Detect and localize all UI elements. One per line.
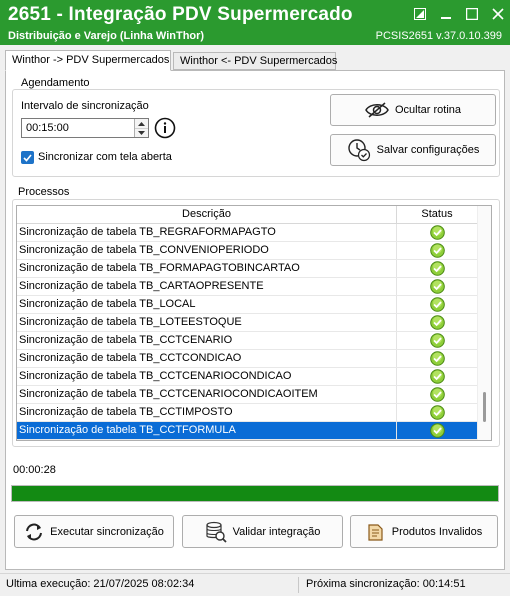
interval-stepper[interactable]: 00:15:00 — [21, 118, 149, 138]
statusbar-divider — [298, 577, 299, 593]
save-settings-button[interactable]: Salvar configurações — [330, 134, 496, 166]
hide-routine-button[interactable]: Ocultar rotina — [330, 94, 496, 126]
table-row[interactable]: Sincronização de tabela TB_CARTAOPRESENT… — [17, 278, 477, 296]
progress-fill — [12, 486, 498, 501]
row-description: Sincronização de tabela TB_CARTAOPRESENT… — [17, 278, 397, 295]
execute-sync-button[interactable]: Executar sincronização — [14, 515, 174, 548]
table-row[interactable]: Sincronização de tabela TB_CCTCENARIOCON… — [17, 386, 477, 404]
info-icon[interactable] — [154, 117, 176, 139]
sync-open-label[interactable]: Sincronizar com tela aberta — [38, 151, 172, 163]
stepper-down-icon[interactable] — [135, 128, 148, 137]
title-bar: 2651 - Integração PDV Supermercado Distr… — [0, 0, 510, 45]
interval-value[interactable]: 00:15:00 — [26, 122, 69, 134]
invalid-products-label: Produtos Invalidos — [391, 525, 483, 538]
scrollbar-thumb[interactable] — [483, 392, 486, 422]
status-bar: Ultima execução: 21/07/2025 08:02:34 Pró… — [0, 573, 510, 596]
row-description: Sincronização de tabela TB_CONVENIOPERIO… — [17, 242, 397, 259]
sync-progress-bar — [11, 485, 499, 502]
table-row[interactable]: Sincronização de tabela TB_CCTCENARIO — [17, 332, 477, 350]
table-row[interactable]: Sincronização de tabela TB_FORMAPAGTOBIN… — [17, 260, 477, 278]
grid-header: Descrição Status — [17, 206, 477, 224]
stepper-up-icon[interactable] — [135, 119, 148, 128]
status-ok-icon — [397, 314, 477, 331]
product-box-icon — [368, 523, 383, 541]
row-description: Sincronização de tabela TB_REGRAFORMAPAG… — [17, 224, 397, 241]
restore-icon[interactable] — [412, 6, 428, 22]
window-title: 2651 - Integração PDV Supermercado — [8, 4, 353, 25]
row-description: Sincronização de tabela TB_CCTCONDICAO — [17, 350, 397, 367]
table-row[interactable]: Sincronização de tabela TB_REGRAFORMAPAG… — [17, 224, 477, 242]
interval-label: Intervalo de sincronização — [21, 100, 149, 112]
validate-integration-button[interactable]: Validar integração — [182, 515, 343, 548]
hide-routine-label: Ocultar rotina — [394, 104, 462, 116]
window-subtitle: Distribuição e Varejo (Linha WinThor) — [8, 30, 205, 42]
row-description: Sincronização de tabela TB_FORMAPAGTOBIN… — [17, 260, 397, 277]
save-settings-label: Salvar configurações — [376, 144, 480, 156]
process-grid[interactable]: Descrição Status Sincronização de tabela… — [16, 205, 492, 441]
row-description: Sincronização de tabela TB_CCTCENARIOCON… — [17, 386, 397, 403]
column-header-desc[interactable]: Descrição — [17, 206, 397, 223]
row-description: Sincronização de tabela TB_CCTCENARIO — [17, 332, 397, 349]
processos-title: Processos — [15, 186, 73, 198]
status-ok-icon — [397, 296, 477, 313]
version-label: PCSIS2651 v.37.0.10.399 — [375, 30, 502, 42]
refresh-icon — [26, 523, 43, 540]
clock-check-icon — [347, 139, 370, 162]
sync-open-checkbox[interactable] — [21, 151, 34, 164]
execute-sync-label: Executar sincronização — [50, 525, 164, 538]
table-row[interactable]: Sincronização de tabela TB_LOTEESTOQUE — [17, 314, 477, 332]
eye-slash-icon — [365, 102, 389, 118]
row-description: Sincronização de tabela TB_CCTIMPOSTO — [17, 404, 397, 421]
last-run-status: Ultima execução: 21/07/2025 08:02:34 — [6, 578, 195, 590]
status-ok-icon — [397, 368, 477, 385]
tab-winthor-to-pdv[interactable]: Winthor -> PDV Supermercados — [5, 50, 171, 71]
tab-pdv-to-winthor[interactable]: Winthor <- PDV Supermercados — [173, 52, 337, 70]
column-header-status[interactable]: Status — [397, 206, 477, 223]
row-description: Sincronização de tabela TB_LOCAL — [17, 296, 397, 313]
status-ok-icon — [397, 332, 477, 349]
table-row[interactable]: Sincronização de tabela TB_CCTIMPOSTO — [17, 404, 477, 422]
status-ok-icon — [397, 260, 477, 277]
status-ok-icon — [397, 224, 477, 241]
status-ok-icon — [397, 422, 477, 439]
maximize-icon[interactable] — [464, 6, 480, 22]
next-sync-status: Próxima sincronização: 00:14:51 — [306, 578, 466, 590]
table-row[interactable]: Sincronização de tabela TB_CCTCONDICAO — [17, 350, 477, 368]
elapsed-time: 00:00:28 — [13, 464, 56, 476]
row-description: Sincronização de tabela TB_CCTFORMULA — [17, 422, 397, 439]
tab-panel: Agendamento Intervalo de sincronização 0… — [5, 70, 505, 570]
grid-scrollbar[interactable] — [477, 206, 491, 440]
status-ok-icon — [397, 404, 477, 421]
table-row[interactable]: Sincronização de tabela TB_CCTFORMULA — [17, 422, 477, 440]
validate-integration-label: Validar integração — [232, 525, 321, 538]
status-ok-icon — [397, 386, 477, 403]
row-description: Sincronização de tabela TB_LOTEESTOQUE — [17, 314, 397, 331]
database-search-icon — [205, 521, 227, 543]
table-row[interactable]: Sincronização de tabela TB_LOCAL — [17, 296, 477, 314]
table-row[interactable]: Sincronização de tabela TB_CONVENIOPERIO… — [17, 242, 477, 260]
status-ok-icon — [397, 350, 477, 367]
agendamento-title: Agendamento — [18, 77, 93, 89]
minimize-icon[interactable] — [438, 6, 454, 22]
status-ok-icon — [397, 278, 477, 295]
invalid-products-button[interactable]: Produtos Invalidos — [350, 515, 498, 548]
table-row[interactable]: Sincronização de tabela TB_CCTCENARIOCON… — [17, 368, 477, 386]
close-icon[interactable] — [490, 6, 506, 22]
row-description: Sincronização de tabela TB_CCTCENARIOCON… — [17, 368, 397, 385]
status-ok-icon — [397, 242, 477, 259]
